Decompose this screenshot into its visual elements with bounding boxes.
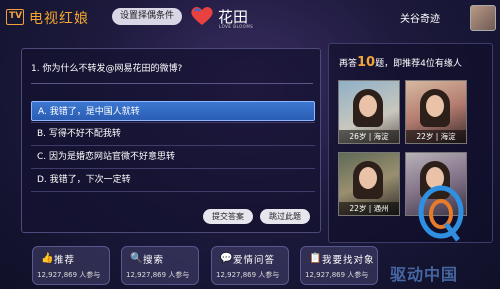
divider <box>31 83 313 84</box>
recommend-title: 再答10题，即推荐4位有缘人 <box>339 55 462 70</box>
match-card[interactable]: 22岁 | 海淀 <box>405 80 467 144</box>
search-icon: 🔍 <box>130 253 143 264</box>
tile-count: 12,927,869 人参与 <box>305 271 369 279</box>
watermark-logo-icon <box>418 185 464 242</box>
tile-label: 我要找对象 <box>322 255 375 266</box>
match-card-label: 22岁 | 通州 <box>339 202 399 215</box>
divider <box>31 122 315 123</box>
profile-photo <box>359 167 377 189</box>
divider <box>31 191 315 192</box>
question-panel: 1. 你为什么不转发@网易花田的微博? A. 我错了，是中国人就转 B. 写得不… <box>21 48 321 233</box>
user-card-icon: 📋 <box>309 253 322 264</box>
tile-label: 推荐 <box>54 255 76 266</box>
option-a[interactable]: A. 我错了，是中国人就转 <box>31 101 315 121</box>
header-bar: TV 电视红娘 设置择偶条件 花田 LOVE BLOOMS 关谷奇迹 <box>0 0 500 38</box>
skip-question-button[interactable]: 跳过此题 <box>260 209 310 224</box>
tv-logo-icon: TV <box>6 9 24 25</box>
user-avatar[interactable] <box>470 5 496 31</box>
heart-logo-icon <box>191 7 213 25</box>
tile-label: 搜索 <box>143 255 165 266</box>
option-b[interactable]: B. 写得不好不配我转 <box>31 124 315 144</box>
app-title: 电视红娘 <box>29 11 89 27</box>
question-text: 1. 你为什么不转发@网易花田的微博? <box>31 64 183 74</box>
match-card[interactable]: 22岁 | 通州 <box>338 152 400 216</box>
tile-love-qa[interactable]: 💬 爱情问答 12,927,869 人参与 <box>211 246 289 285</box>
user-name: 关谷奇迹 <box>400 14 440 25</box>
chat-icon: 💬 <box>220 253 233 264</box>
watermark-text: 驱动中国 <box>390 265 459 284</box>
option-c[interactable]: C. 因为是婚恋网站官微不好意思转 <box>31 147 315 167</box>
option-d[interactable]: D. 我错了，下次一定转 <box>31 170 315 190</box>
tile-count: 12,927,869 人参与 <box>216 271 280 279</box>
set-preferences-button[interactable]: 设置择偶条件 <box>112 8 182 25</box>
profile-photo <box>359 95 377 117</box>
match-card-label: 26岁 | 海淀 <box>339 130 399 143</box>
profile-photo <box>426 95 444 117</box>
match-card[interactable]: 26岁 | 海淀 <box>338 80 400 144</box>
thumbs-up-icon: 👍 <box>41 253 54 264</box>
divider <box>31 145 315 146</box>
divider <box>31 168 315 169</box>
tile-count: 12,927,869 人参与 <box>126 271 190 279</box>
tile-find-partner[interactable]: 📋 我要找对象 12,927,869 人参与 <box>300 246 378 285</box>
tile-search[interactable]: 🔍 搜索 12,927,869 人参与 <box>121 246 199 285</box>
brand-tagline: LOVE BLOOMS <box>219 24 254 29</box>
submit-answer-button[interactable]: 提交答案 <box>203 209 253 224</box>
match-card-label: 22岁 | 海淀 <box>406 130 466 143</box>
tile-recommend[interactable]: 👍 推荐 12,927,869 人参与 <box>32 246 110 285</box>
tile-label: 爱情问答 <box>233 255 276 266</box>
remaining-count: 10 <box>357 55 376 70</box>
tile-count: 12,927,869 人参与 <box>37 271 101 279</box>
